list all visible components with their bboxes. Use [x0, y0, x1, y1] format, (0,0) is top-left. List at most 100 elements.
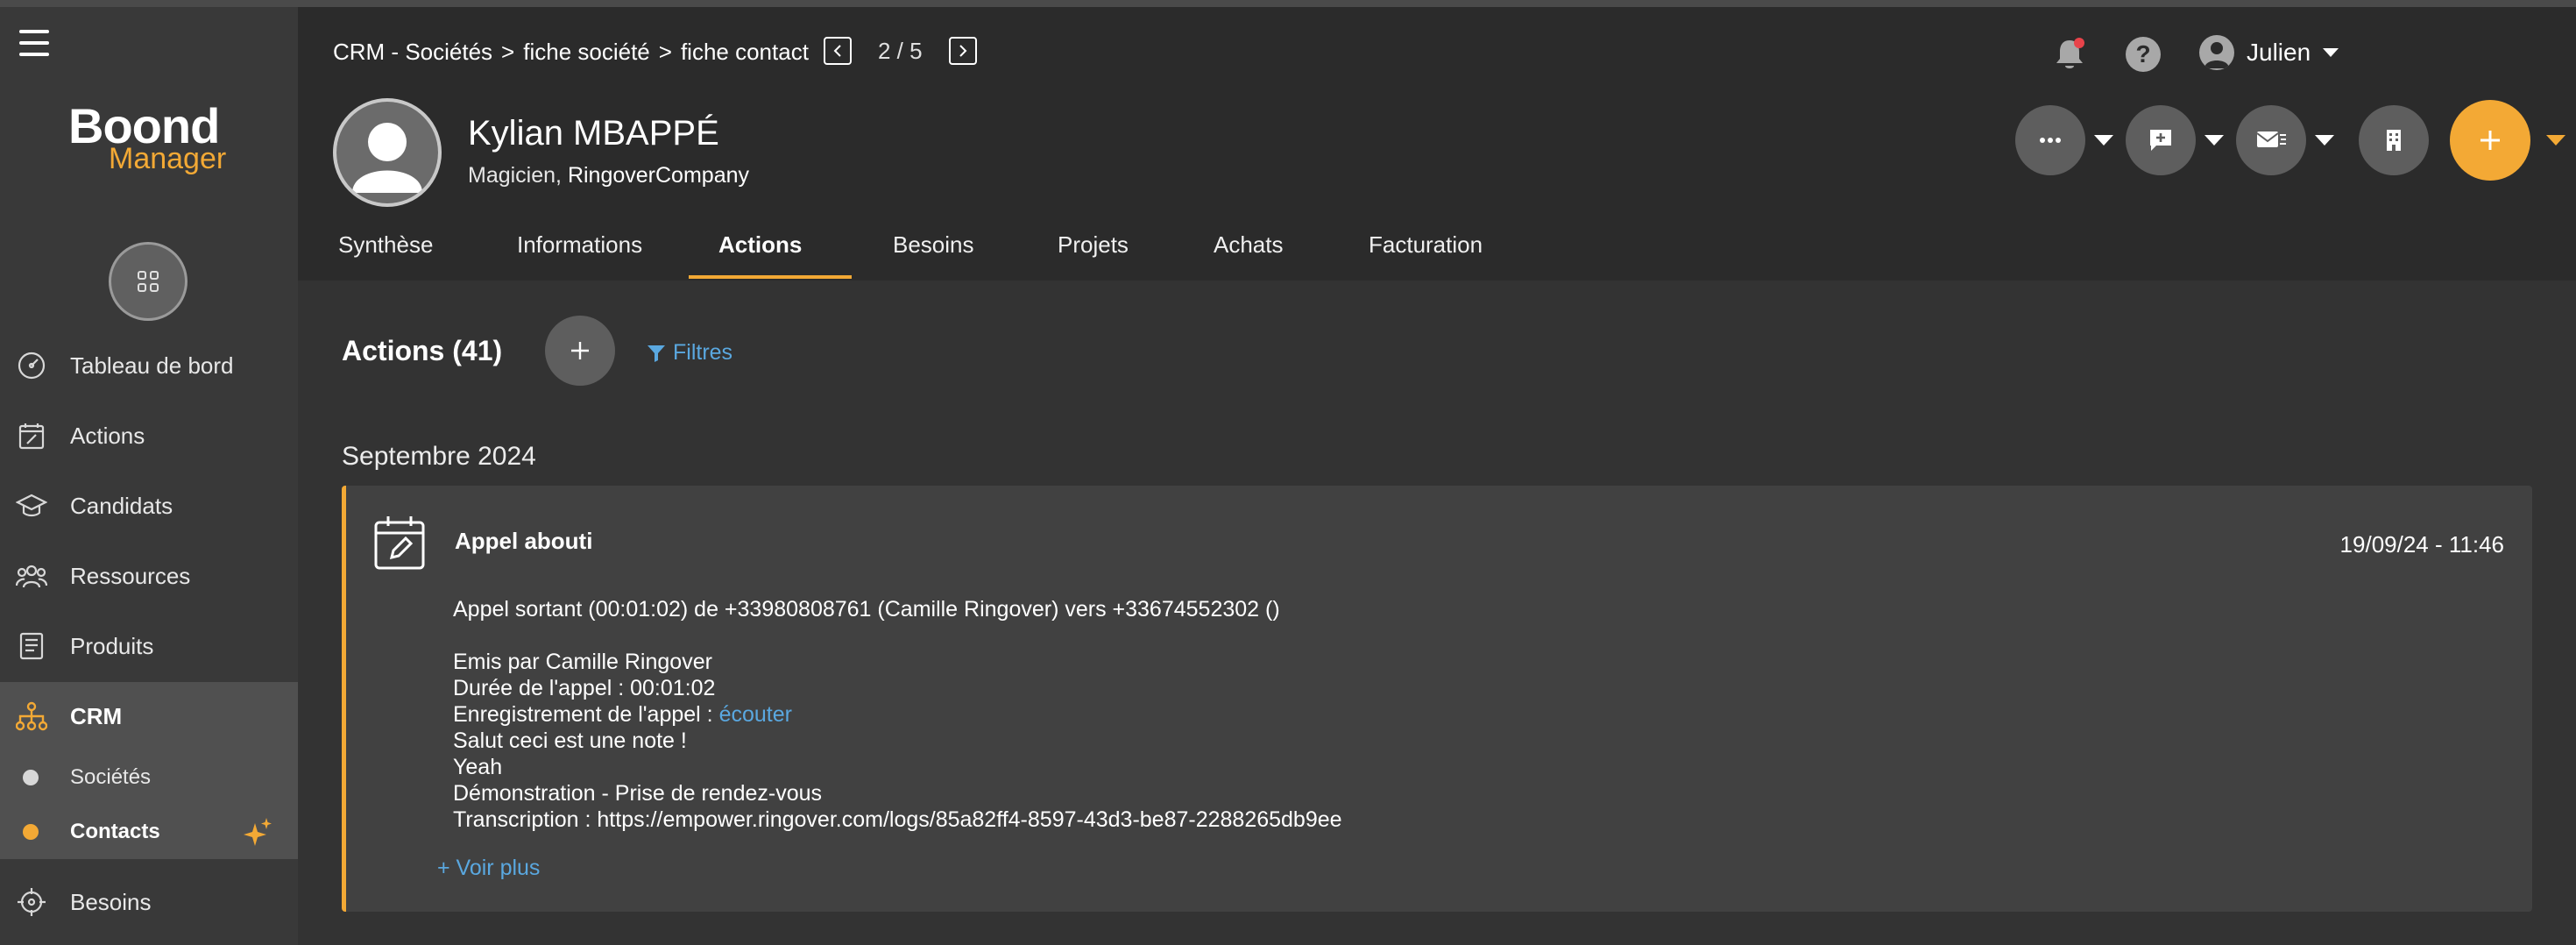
crm-submenu: Sociétés Contacts: [0, 750, 298, 859]
sidebar-subitem-societes[interactable]: Sociétés: [0, 750, 298, 805]
sidebar-item-produits[interactable]: Produits: [0, 612, 298, 680]
sidebar-item-actions[interactable]: Actions: [0, 401, 298, 470]
breadcrumb-separator: >: [658, 39, 672, 65]
breadcrumb-crm-societes[interactable]: CRM - Sociétés: [333, 39, 492, 66]
chevron-left-icon: [833, 45, 841, 57]
menu-icon[interactable]: [19, 30, 49, 56]
contact-role: Magicien,: [468, 163, 562, 188]
show-more-link[interactable]: + Voir plus: [437, 856, 540, 881]
mail-send-icon: [2256, 131, 2286, 147]
help-icon[interactable]: ?: [2126, 37, 2161, 72]
calendar-edit-icon: [374, 516, 425, 570]
logo-bottom-text: Manager: [109, 142, 227, 175]
call-transcription: Transcription : https://empower.ringover…: [453, 807, 1342, 832]
book-icon: [16, 630, 47, 662]
user-menu[interactable]: Julien: [2199, 35, 2339, 70]
chevron-down-icon[interactable]: [2315, 135, 2334, 146]
ellipsis-icon: [2040, 138, 2061, 143]
sidebar-subitem-contacts[interactable]: Contacts: [0, 805, 298, 859]
call-note: Salut ceci est une note !: [453, 728, 687, 753]
header: CRM - Sociétés > fiche société > fiche c…: [298, 7, 2576, 281]
active-tab-indicator: [689, 275, 852, 279]
next-record-button[interactable]: [948, 37, 977, 65]
create-button[interactable]: [2450, 100, 2530, 181]
sidebar-item-label: Tableau de bord: [70, 352, 234, 379]
previous-record-button[interactable]: [824, 37, 852, 65]
breadcrumb-fiche-societe[interactable]: fiche société: [523, 39, 650, 66]
sidebar-item-dashboard[interactable]: Tableau de bord: [0, 331, 298, 400]
chevron-down-icon[interactable]: [2094, 135, 2113, 146]
action-date: 19/09/24 - 11:46: [2339, 531, 2504, 558]
calendar-edit-icon: [16, 420, 47, 451]
call-note-extra: Yeah: [453, 755, 503, 779]
chevron-down-icon[interactable]: [2204, 135, 2224, 146]
company-button[interactable]: [2359, 105, 2429, 175]
bullet-icon: [23, 770, 39, 785]
sidebar-item-label: Candidats: [70, 492, 173, 519]
sidebar-item-label: CRM: [70, 702, 123, 729]
top-right-icons: ? Julien: [2050, 32, 2576, 75]
contact-subtitle: Magicien, RingoverCompany: [468, 163, 749, 188]
action-details: Appel sortant (00:01:02) de +33980808761…: [453, 596, 1342, 833]
emitted-by: Emis par Camille Ringover: [453, 650, 712, 674]
sidebar-item-besoins[interactable]: Besoins: [0, 868, 298, 936]
filter-icon: [648, 345, 665, 362]
tab-facturation[interactable]: Facturation: [1369, 226, 1483, 281]
call-recording-label: Enregistrement de l'appel :: [453, 702, 713, 727]
user-avatar-icon: [2199, 35, 2234, 70]
send-email-button[interactable]: [2236, 105, 2306, 175]
action-card[interactable]: Appel abouti 19/09/24 - 11:46 Appel sort…: [342, 486, 2532, 912]
actions-count-title: Actions (41): [342, 335, 503, 366]
listen-recording-link[interactable]: écouter: [719, 702, 792, 727]
add-comment-button[interactable]: [2126, 105, 2196, 175]
call-recording: Enregistrement de l'appel : écouter: [453, 701, 1342, 728]
tab-informations[interactable]: Informations: [517, 226, 642, 281]
add-action-button[interactable]: [545, 316, 615, 386]
record-pager: 2 / 5: [824, 37, 977, 65]
users-icon: [16, 560, 47, 592]
notification-dot: [2074, 38, 2084, 48]
breadcrumb-fiche-contact: fiche contact: [680, 39, 809, 65]
filters-label: Filtres: [673, 340, 733, 365]
sidebar-item-candidats[interactable]: Candidats: [0, 472, 298, 540]
breadcrumb: CRM - Sociétés > fiche société > fiche c…: [333, 39, 809, 66]
hierarchy-icon: [16, 700, 47, 732]
notification-bell-icon[interactable]: [2050, 35, 2089, 74]
contact-avatar[interactable]: [333, 98, 442, 207]
comment-plus-icon: [2150, 130, 2171, 151]
bullet-icon: [23, 824, 39, 840]
tab-achats[interactable]: Achats: [1214, 226, 1284, 281]
sidebar-item-label: Ressources: [70, 562, 191, 589]
main-content: Actions (41) Filtres Septembre 2024 Appe…: [298, 281, 2576, 945]
call-duration: Durée de l'appel : 00:01:02: [453, 676, 716, 700]
favorite-star-icon[interactable]: [242, 816, 273, 848]
sidebar-item-label: Produits: [70, 632, 154, 659]
tab-synthese[interactable]: Synthèse: [338, 226, 433, 281]
action-title: Appel abouti: [455, 528, 593, 554]
call-outcome: Démonstration - Prise de rendez-vous: [453, 781, 823, 806]
apps-grid-button[interactable]: [109, 242, 188, 321]
sidebar: Boond Manager Tableau de bord Actions Ca…: [0, 7, 298, 945]
sidebar-item-ressources[interactable]: Ressources: [0, 542, 298, 610]
contact-tabs: Synthèse Informations Actions Besoins Pr…: [298, 226, 2576, 281]
more-options-button[interactable]: [2015, 105, 2085, 175]
sidebar-item-crm[interactable]: CRM: [0, 682, 298, 750]
crosshair-icon: [16, 886, 47, 918]
tab-projets[interactable]: Projets: [1058, 226, 1129, 281]
chevron-down-icon[interactable]: [2546, 135, 2565, 146]
pager-position: 2 / 5: [878, 37, 923, 64]
tab-besoins[interactable]: Besoins: [893, 226, 974, 281]
tab-actions[interactable]: Actions: [718, 226, 802, 281]
contact-company-link[interactable]: RingoverCompany: [568, 163, 749, 188]
grid-icon: [138, 271, 159, 292]
month-group-heading: Septembre 2024: [342, 442, 536, 471]
call-summary: Appel sortant (00:01:02) de +33980808761…: [453, 597, 1280, 622]
plus-icon: [571, 342, 589, 359]
chevron-right-icon: [959, 45, 967, 57]
app-logo[interactable]: Boond Manager: [68, 102, 244, 175]
gauge-icon: [16, 350, 47, 381]
user-name: Julien: [2247, 39, 2311, 66]
sidebar-item-label: Besoins: [70, 888, 152, 915]
sidebar-item-label: Contacts: [70, 820, 160, 843]
filters-button[interactable]: Filtres: [647, 340, 732, 366]
